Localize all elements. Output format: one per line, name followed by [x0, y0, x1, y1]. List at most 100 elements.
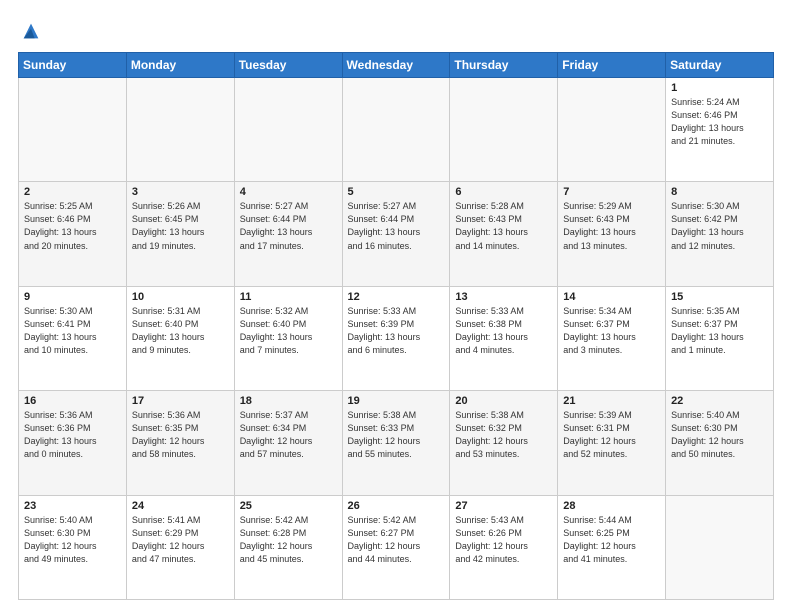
calendar-day-cell: 28 Sunrise: 5:44 AM Sunset: 6:25 PM Dayli… [558, 495, 666, 599]
day-number: 23 [24, 500, 121, 512]
day-info: Sunrise: 5:41 AM Sunset: 6:29 PM Dayligh… [132, 514, 229, 566]
day-info: Sunrise: 5:33 AM Sunset: 6:38 PM Dayligh… [455, 305, 552, 357]
calendar-day-cell [342, 78, 450, 182]
day-number: 24 [132, 500, 229, 512]
day-number: 26 [348, 500, 445, 512]
calendar-day-cell: 12 Sunrise: 5:33 AM Sunset: 6:39 PM Dayli… [342, 286, 450, 390]
day-number: 25 [240, 500, 337, 512]
day-info: Sunrise: 5:27 AM Sunset: 6:44 PM Dayligh… [348, 200, 445, 252]
day-number: 3 [132, 186, 229, 198]
day-number: 12 [348, 291, 445, 303]
day-info: Sunrise: 5:42 AM Sunset: 6:27 PM Dayligh… [348, 514, 445, 566]
day-number: 28 [563, 500, 660, 512]
calendar-day-cell: 26 Sunrise: 5:42 AM Sunset: 6:27 PM Dayli… [342, 495, 450, 599]
day-number: 6 [455, 186, 552, 198]
day-info: Sunrise: 5:34 AM Sunset: 6:37 PM Dayligh… [563, 305, 660, 357]
calendar-week-row: 9 Sunrise: 5:30 AM Sunset: 6:41 PM Daylig… [19, 286, 774, 390]
calendar-day-cell: 25 Sunrise: 5:42 AM Sunset: 6:28 PM Dayli… [234, 495, 342, 599]
calendar-day-cell: 16 Sunrise: 5:36 AM Sunset: 6:36 PM Dayli… [19, 391, 127, 495]
calendar-day-cell: 17 Sunrise: 5:36 AM Sunset: 6:35 PM Dayli… [126, 391, 234, 495]
calendar-day-cell: 7Sunrise: 5:29 AM Sunset: 6:43 PM Daylig… [558, 182, 666, 286]
calendar-day-cell: 6 Sunrise: 5:28 AM Sunset: 6:43 PM Daylig… [450, 182, 558, 286]
weekday-header-saturday: Saturday [666, 53, 774, 78]
day-number: 10 [132, 291, 229, 303]
day-number: 4 [240, 186, 337, 198]
calendar-day-cell [450, 78, 558, 182]
calendar-day-cell: 8 Sunrise: 5:30 AM Sunset: 6:42 PM Daylig… [666, 182, 774, 286]
day-info: Sunrise: 5:35 AM Sunset: 6:37 PM Dayligh… [671, 305, 768, 357]
day-number: 15 [671, 291, 768, 303]
day-info: Sunrise: 5:38 AM Sunset: 6:32 PM Dayligh… [455, 409, 552, 461]
calendar-day-cell: 4 Sunrise: 5:27 AM Sunset: 6:44 PM Daylig… [234, 182, 342, 286]
calendar-week-row: 2 Sunrise: 5:25 AM Sunset: 6:46 PM Daylig… [19, 182, 774, 286]
logo-icon [20, 20, 42, 42]
calendar-day-cell [666, 495, 774, 599]
weekday-header-row: SundayMondayTuesdayWednesdayThursdayFrid… [19, 53, 774, 78]
calendar-day-cell: 27 Sunrise: 5:43 AM Sunset: 6:26 PM Dayli… [450, 495, 558, 599]
header [18, 16, 774, 42]
day-info: Sunrise: 5:36 AM Sunset: 6:36 PM Dayligh… [24, 409, 121, 461]
calendar-day-cell [234, 78, 342, 182]
day-number: 2 [24, 186, 121, 198]
day-number: 19 [348, 395, 445, 407]
weekday-header-friday: Friday [558, 53, 666, 78]
calendar-day-cell: 3 Sunrise: 5:26 AM Sunset: 6:45 PM Daylig… [126, 182, 234, 286]
day-info: Sunrise: 5:28 AM Sunset: 6:43 PM Dayligh… [455, 200, 552, 252]
weekday-header-wednesday: Wednesday [342, 53, 450, 78]
calendar-day-cell [19, 78, 127, 182]
day-info: Sunrise: 5:25 AM Sunset: 6:46 PM Dayligh… [24, 200, 121, 252]
day-info: Sunrise: 5:30 AM Sunset: 6:41 PM Dayligh… [24, 305, 121, 357]
day-info: Sunrise: 5:40 AM Sunset: 6:30 PM Dayligh… [24, 514, 121, 566]
calendar-day-cell: 15 Sunrise: 5:35 AM Sunset: 6:37 PM Dayli… [666, 286, 774, 390]
day-info: Sunrise: 5:43 AM Sunset: 6:26 PM Dayligh… [455, 514, 552, 566]
day-info: Sunrise: 5:32 AM Sunset: 6:40 PM Dayligh… [240, 305, 337, 357]
day-number: 21 [563, 395, 660, 407]
day-number: 5 [348, 186, 445, 198]
day-info: Sunrise: 5:42 AM Sunset: 6:28 PM Dayligh… [240, 514, 337, 566]
day-number: 27 [455, 500, 552, 512]
calendar-day-cell: 2 Sunrise: 5:25 AM Sunset: 6:46 PM Daylig… [19, 182, 127, 286]
day-info: Sunrise: 5:44 AM Sunset: 6:25 PM Dayligh… [563, 514, 660, 566]
calendar-day-cell: 18 Sunrise: 5:37 AM Sunset: 6:34 PM Dayli… [234, 391, 342, 495]
day-info: Sunrise: 5:36 AM Sunset: 6:35 PM Dayligh… [132, 409, 229, 461]
day-number: 8 [671, 186, 768, 198]
calendar-day-cell: 13 Sunrise: 5:33 AM Sunset: 6:38 PM Dayli… [450, 286, 558, 390]
calendar-day-cell: 9 Sunrise: 5:30 AM Sunset: 6:41 PM Daylig… [19, 286, 127, 390]
calendar-day-cell: 24 Sunrise: 5:41 AM Sunset: 6:29 PM Dayli… [126, 495, 234, 599]
calendar-week-row: 1 Sunrise: 5:24 AM Sunset: 6:46 PM Daylig… [19, 78, 774, 182]
logo [18, 20, 42, 42]
day-info: Sunrise: 5:27 AM Sunset: 6:44 PM Dayligh… [240, 200, 337, 252]
day-info: Sunrise: 5:24 AM Sunset: 6:46 PM Dayligh… [671, 96, 768, 148]
calendar-day-cell: 19 Sunrise: 5:38 AM Sunset: 6:33 PM Dayli… [342, 391, 450, 495]
day-info: Sunrise: 5:38 AM Sunset: 6:33 PM Dayligh… [348, 409, 445, 461]
day-number: 16 [24, 395, 121, 407]
calendar-day-cell: 14Sunrise: 5:34 AM Sunset: 6:37 PM Dayli… [558, 286, 666, 390]
weekday-header-sunday: Sunday [19, 53, 127, 78]
calendar-table: SundayMondayTuesdayWednesdayThursdayFrid… [18, 52, 774, 600]
day-number: 1 [671, 82, 768, 94]
day-info: Sunrise: 5:33 AM Sunset: 6:39 PM Dayligh… [348, 305, 445, 357]
day-number: 11 [240, 291, 337, 303]
calendar-day-cell: 11 Sunrise: 5:32 AM Sunset: 6:40 PM Dayli… [234, 286, 342, 390]
day-number: 18 [240, 395, 337, 407]
day-number: 13 [455, 291, 552, 303]
day-number: 9 [24, 291, 121, 303]
day-info: Sunrise: 5:26 AM Sunset: 6:45 PM Dayligh… [132, 200, 229, 252]
day-info: Sunrise: 5:30 AM Sunset: 6:42 PM Dayligh… [671, 200, 768, 252]
calendar-day-cell [126, 78, 234, 182]
day-number: 17 [132, 395, 229, 407]
day-number: 20 [455, 395, 552, 407]
weekday-header-tuesday: Tuesday [234, 53, 342, 78]
day-info: Sunrise: 5:31 AM Sunset: 6:40 PM Dayligh… [132, 305, 229, 357]
page: SundayMondayTuesdayWednesdayThursdayFrid… [0, 0, 792, 612]
day-number: 22 [671, 395, 768, 407]
calendar-day-cell: 1 Sunrise: 5:24 AM Sunset: 6:46 PM Daylig… [666, 78, 774, 182]
calendar-day-cell [558, 78, 666, 182]
weekday-header-thursday: Thursday [450, 53, 558, 78]
day-info: Sunrise: 5:37 AM Sunset: 6:34 PM Dayligh… [240, 409, 337, 461]
day-info: Sunrise: 5:29 AM Sunset: 6:43 PM Dayligh… [563, 200, 660, 252]
weekday-header-monday: Monday [126, 53, 234, 78]
calendar-day-cell: 20 Sunrise: 5:38 AM Sunset: 6:32 PM Dayli… [450, 391, 558, 495]
calendar-day-cell: 23 Sunrise: 5:40 AM Sunset: 6:30 PM Dayli… [19, 495, 127, 599]
calendar-day-cell: 10 Sunrise: 5:31 AM Sunset: 6:40 PM Dayli… [126, 286, 234, 390]
